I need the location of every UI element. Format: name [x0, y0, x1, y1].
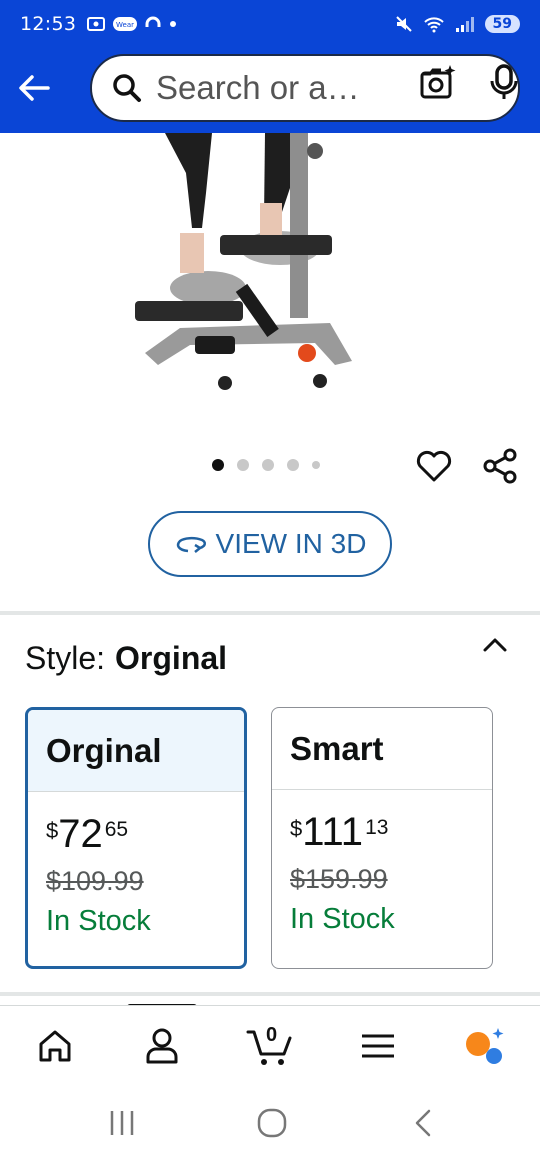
menu-icon: [362, 1034, 394, 1058]
wifi-icon: [423, 17, 444, 33]
view-in-3d-label: VIEW IN 3D: [215, 528, 367, 559]
price-currency: $: [46, 818, 59, 843]
status-bar: 12:53 Wear 59: [0, 0, 540, 48]
list-price: $159.99: [290, 864, 388, 894]
stock-status: In Stock: [46, 905, 151, 937]
section-divider: [0, 611, 540, 615]
search-placeholder: Search or a…: [156, 69, 360, 106]
image-carousel-dots[interactable]: [212, 459, 320, 471]
price-fraction: 65: [104, 818, 129, 841]
rotate-3d-icon: [176, 536, 206, 553]
camera-lens-icon: [420, 65, 456, 99]
back-button[interactable]: [16, 68, 56, 108]
system-navigation-bar: [0, 1085, 540, 1158]
price-fraction: 13: [365, 816, 389, 839]
headset-icon: [145, 16, 161, 27]
style-label: Style:: [25, 640, 106, 676]
carousel-dot[interactable]: [237, 459, 249, 471]
wear-icon: Wear: [113, 17, 138, 31]
option-price: $ 72 65: [46, 810, 244, 864]
chevron-up-icon: [483, 638, 507, 652]
product-image[interactable]: [120, 133, 370, 408]
style-selected-value: Orginal: [115, 640, 228, 676]
option-name: Smart: [272, 708, 492, 790]
style-option-orginal[interactable]: Orginal $ 72 65 $109.99 In Stock: [25, 707, 247, 969]
signal-icon: [455, 17, 474, 32]
screenshot-icon: [87, 17, 106, 31]
recent-apps-icon: [110, 1111, 134, 1135]
carousel-dot[interactable]: [287, 459, 299, 471]
style-selector-heading: Style: Orginal: [25, 640, 227, 677]
search-header: Search or a…: [0, 48, 540, 133]
carousel-dot[interactable]: [212, 459, 224, 471]
stock-status: In Stock: [290, 903, 395, 935]
view-in-3d-button[interactable]: VIEW IN 3D: [148, 511, 392, 577]
list-price: $109.99: [46, 866, 144, 896]
nav-cart[interactable]: 0: [246, 1024, 294, 1068]
account-icon: [146, 1028, 178, 1064]
recent-apps-button[interactable]: [102, 1105, 142, 1141]
price-currency: $: [290, 816, 303, 841]
chevron-left-icon: [415, 1109, 431, 1137]
microphone-icon: [490, 64, 518, 99]
option-name: Orginal: [28, 710, 244, 792]
wishlist-button[interactable]: [414, 446, 454, 486]
carousel-dot[interactable]: [262, 459, 274, 471]
back-system-button[interactable]: [404, 1105, 444, 1141]
nav-menu[interactable]: [356, 1024, 400, 1068]
cart-count: 0: [266, 1024, 278, 1046]
notification-dot-icon: [170, 21, 177, 27]
battery-indicator: 59: [484, 15, 520, 33]
option-price: $ 111 13: [290, 808, 492, 862]
camera-search-button[interactable]: [418, 62, 458, 102]
price-whole: 111: [302, 810, 364, 854]
share-button[interactable]: [480, 446, 520, 486]
home-icon: [39, 1030, 71, 1062]
voice-search-button[interactable]: [486, 62, 522, 102]
nav-account[interactable]: [140, 1024, 184, 1068]
stepper-machine-image: [135, 133, 352, 390]
mute-icon: [395, 16, 412, 32]
nav-home[interactable]: [33, 1024, 77, 1068]
svg-text:Wear: Wear: [116, 21, 134, 29]
home-circle-icon: [257, 1108, 287, 1138]
status-time: 12:53: [20, 13, 77, 35]
carousel-dot[interactable]: [312, 461, 320, 469]
price-whole: 72: [58, 812, 103, 856]
style-option-smart[interactable]: Smart $ 111 13 $159.99 In Stock: [271, 707, 493, 969]
section-divider: [0, 992, 540, 996]
rufus-icon: [466, 1028, 504, 1064]
collapse-style-button[interactable]: [480, 630, 510, 660]
nav-rufus[interactable]: [462, 1024, 506, 1068]
search-icon: [113, 74, 141, 102]
share-icon: [483, 448, 517, 484]
arrow-left-icon: [19, 75, 50, 101]
heart-icon: [416, 450, 452, 482]
bottom-navigation: 0: [0, 1005, 540, 1085]
home-system-button[interactable]: [252, 1105, 292, 1141]
